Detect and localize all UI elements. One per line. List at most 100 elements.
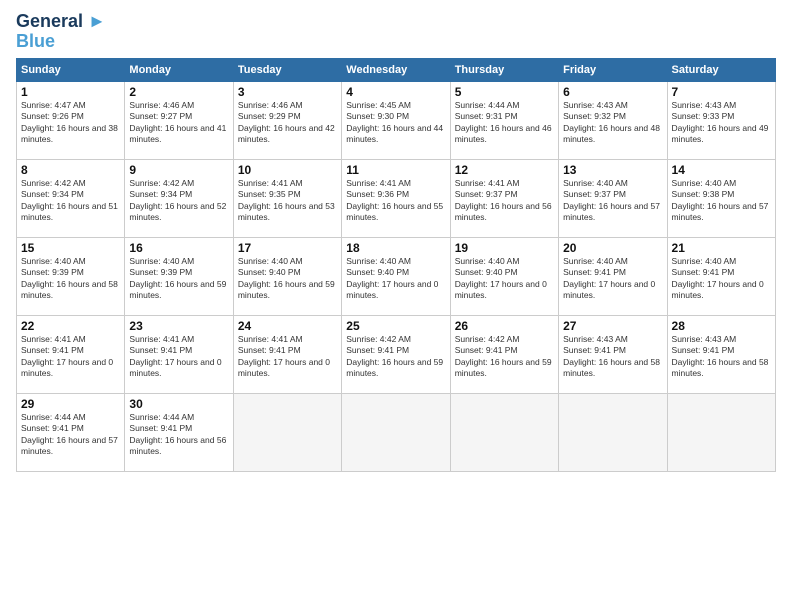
day-number: 13 <box>563 163 662 177</box>
calendar-cell-day-27: 27Sunrise: 4:43 AMSunset: 9:41 PMDayligh… <box>559 315 667 393</box>
calendar-cell-day-23: 23Sunrise: 4:41 AMSunset: 9:41 PMDayligh… <box>125 315 233 393</box>
calendar-cell-day-12: 12Sunrise: 4:41 AMSunset: 9:37 PMDayligh… <box>450 159 558 237</box>
day-number: 4 <box>346 85 445 99</box>
day-number: 19 <box>455 241 554 255</box>
day-number: 6 <box>563 85 662 99</box>
day-number: 3 <box>238 85 337 99</box>
calendar-cell-day-30: 30Sunrise: 4:44 AMSunset: 9:41 PMDayligh… <box>125 393 233 471</box>
cell-info: Sunrise: 4:40 AMSunset: 9:41 PMDaylight:… <box>672 256 771 302</box>
calendar-cell-day-18: 18Sunrise: 4:40 AMSunset: 9:40 PMDayligh… <box>342 237 450 315</box>
cell-info: Sunrise: 4:43 AMSunset: 9:41 PMDaylight:… <box>672 334 771 380</box>
cell-info: Sunrise: 4:42 AMSunset: 9:34 PMDaylight:… <box>21 178 120 224</box>
calendar-cell-day-25: 25Sunrise: 4:42 AMSunset: 9:41 PMDayligh… <box>342 315 450 393</box>
calendar-cell-day-9: 9Sunrise: 4:42 AMSunset: 9:34 PMDaylight… <box>125 159 233 237</box>
day-number: 5 <box>455 85 554 99</box>
calendar: SundayMondayTuesdayWednesdayThursdayFrid… <box>16 58 776 472</box>
calendar-cell-day-8: 8Sunrise: 4:42 AMSunset: 9:34 PMDaylight… <box>17 159 125 237</box>
calendar-header-saturday: Saturday <box>667 58 775 81</box>
calendar-week-2: 15Sunrise: 4:40 AMSunset: 9:39 PMDayligh… <box>17 237 776 315</box>
calendar-cell-day-20: 20Sunrise: 4:40 AMSunset: 9:41 PMDayligh… <box>559 237 667 315</box>
calendar-cell-day-22: 22Sunrise: 4:41 AMSunset: 9:41 PMDayligh… <box>17 315 125 393</box>
cell-info: Sunrise: 4:42 AMSunset: 9:41 PMDaylight:… <box>346 334 445 380</box>
calendar-cell-empty <box>450 393 558 471</box>
header: General ► Blue <box>16 12 776 52</box>
cell-info: Sunrise: 4:47 AMSunset: 9:26 PMDaylight:… <box>21 100 120 146</box>
cell-info: Sunrise: 4:42 AMSunset: 9:34 PMDaylight:… <box>129 178 228 224</box>
calendar-cell-day-5: 5Sunrise: 4:44 AMSunset: 9:31 PMDaylight… <box>450 81 558 159</box>
cell-info: Sunrise: 4:46 AMSunset: 9:29 PMDaylight:… <box>238 100 337 146</box>
calendar-week-1: 8Sunrise: 4:42 AMSunset: 9:34 PMDaylight… <box>17 159 776 237</box>
calendar-week-4: 29Sunrise: 4:44 AMSunset: 9:41 PMDayligh… <box>17 393 776 471</box>
calendar-cell-empty <box>233 393 341 471</box>
day-number: 24 <box>238 319 337 333</box>
cell-info: Sunrise: 4:41 AMSunset: 9:41 PMDaylight:… <box>21 334 120 380</box>
cell-info: Sunrise: 4:41 AMSunset: 9:35 PMDaylight:… <box>238 178 337 224</box>
logo-blue: ► <box>83 11 106 31</box>
day-number: 28 <box>672 319 771 333</box>
day-number: 18 <box>346 241 445 255</box>
calendar-cell-empty <box>559 393 667 471</box>
cell-info: Sunrise: 4:43 AMSunset: 9:41 PMDaylight:… <box>563 334 662 380</box>
calendar-cell-day-24: 24Sunrise: 4:41 AMSunset: 9:41 PMDayligh… <box>233 315 341 393</box>
logo-text: General ► <box>16 12 106 32</box>
day-number: 12 <box>455 163 554 177</box>
day-number: 22 <box>21 319 120 333</box>
calendar-cell-day-15: 15Sunrise: 4:40 AMSunset: 9:39 PMDayligh… <box>17 237 125 315</box>
day-number: 15 <box>21 241 120 255</box>
cell-info: Sunrise: 4:40 AMSunset: 9:40 PMDaylight:… <box>238 256 337 302</box>
day-number: 2 <box>129 85 228 99</box>
cell-info: Sunrise: 4:40 AMSunset: 9:37 PMDaylight:… <box>563 178 662 224</box>
calendar-header-tuesday: Tuesday <box>233 58 341 81</box>
cell-info: Sunrise: 4:40 AMSunset: 9:40 PMDaylight:… <box>455 256 554 302</box>
day-number: 1 <box>21 85 120 99</box>
day-number: 21 <box>672 241 771 255</box>
calendar-cell-empty <box>667 393 775 471</box>
cell-info: Sunrise: 4:40 AMSunset: 9:38 PMDaylight:… <box>672 178 771 224</box>
day-number: 10 <box>238 163 337 177</box>
calendar-cell-day-10: 10Sunrise: 4:41 AMSunset: 9:35 PMDayligh… <box>233 159 341 237</box>
cell-info: Sunrise: 4:40 AMSunset: 9:39 PMDaylight:… <box>21 256 120 302</box>
calendar-cell-day-26: 26Sunrise: 4:42 AMSunset: 9:41 PMDayligh… <box>450 315 558 393</box>
cell-info: Sunrise: 4:44 AMSunset: 9:41 PMDaylight:… <box>21 412 120 458</box>
cell-info: Sunrise: 4:46 AMSunset: 9:27 PMDaylight:… <box>129 100 228 146</box>
calendar-header-wednesday: Wednesday <box>342 58 450 81</box>
day-number: 7 <box>672 85 771 99</box>
day-number: 9 <box>129 163 228 177</box>
calendar-week-3: 22Sunrise: 4:41 AMSunset: 9:41 PMDayligh… <box>17 315 776 393</box>
calendar-cell-day-14: 14Sunrise: 4:40 AMSunset: 9:38 PMDayligh… <box>667 159 775 237</box>
calendar-header-monday: Monday <box>125 58 233 81</box>
day-number: 8 <box>21 163 120 177</box>
cell-info: Sunrise: 4:41 AMSunset: 9:36 PMDaylight:… <box>346 178 445 224</box>
calendar-header-friday: Friday <box>559 58 667 81</box>
calendar-cell-day-17: 17Sunrise: 4:40 AMSunset: 9:40 PMDayligh… <box>233 237 341 315</box>
day-number: 11 <box>346 163 445 177</box>
calendar-header-thursday: Thursday <box>450 58 558 81</box>
cell-info: Sunrise: 4:45 AMSunset: 9:30 PMDaylight:… <box>346 100 445 146</box>
calendar-header-sunday: Sunday <box>17 58 125 81</box>
calendar-cell-day-1: 1Sunrise: 4:47 AMSunset: 9:26 PMDaylight… <box>17 81 125 159</box>
calendar-cell-day-2: 2Sunrise: 4:46 AMSunset: 9:27 PMDaylight… <box>125 81 233 159</box>
cell-info: Sunrise: 4:40 AMSunset: 9:41 PMDaylight:… <box>563 256 662 302</box>
cell-info: Sunrise: 4:41 AMSunset: 9:41 PMDaylight:… <box>238 334 337 380</box>
day-number: 17 <box>238 241 337 255</box>
calendar-week-0: 1Sunrise: 4:47 AMSunset: 9:26 PMDaylight… <box>17 81 776 159</box>
calendar-cell-day-13: 13Sunrise: 4:40 AMSunset: 9:37 PMDayligh… <box>559 159 667 237</box>
day-number: 29 <box>21 397 120 411</box>
calendar-cell-empty <box>342 393 450 471</box>
cell-info: Sunrise: 4:40 AMSunset: 9:39 PMDaylight:… <box>129 256 228 302</box>
day-number: 26 <box>455 319 554 333</box>
cell-info: Sunrise: 4:44 AMSunset: 9:31 PMDaylight:… <box>455 100 554 146</box>
logo-blue-text: Blue <box>16 32 106 52</box>
day-number: 23 <box>129 319 228 333</box>
calendar-cell-day-19: 19Sunrise: 4:40 AMSunset: 9:40 PMDayligh… <box>450 237 558 315</box>
logo: General ► Blue <box>16 12 106 52</box>
calendar-cell-day-16: 16Sunrise: 4:40 AMSunset: 9:39 PMDayligh… <box>125 237 233 315</box>
cell-info: Sunrise: 4:41 AMSunset: 9:37 PMDaylight:… <box>455 178 554 224</box>
cell-info: Sunrise: 4:40 AMSunset: 9:40 PMDaylight:… <box>346 256 445 302</box>
calendar-cell-day-29: 29Sunrise: 4:44 AMSunset: 9:41 PMDayligh… <box>17 393 125 471</box>
day-number: 27 <box>563 319 662 333</box>
calendar-cell-day-11: 11Sunrise: 4:41 AMSunset: 9:36 PMDayligh… <box>342 159 450 237</box>
cell-info: Sunrise: 4:41 AMSunset: 9:41 PMDaylight:… <box>129 334 228 380</box>
day-number: 20 <box>563 241 662 255</box>
calendar-cell-day-6: 6Sunrise: 4:43 AMSunset: 9:32 PMDaylight… <box>559 81 667 159</box>
